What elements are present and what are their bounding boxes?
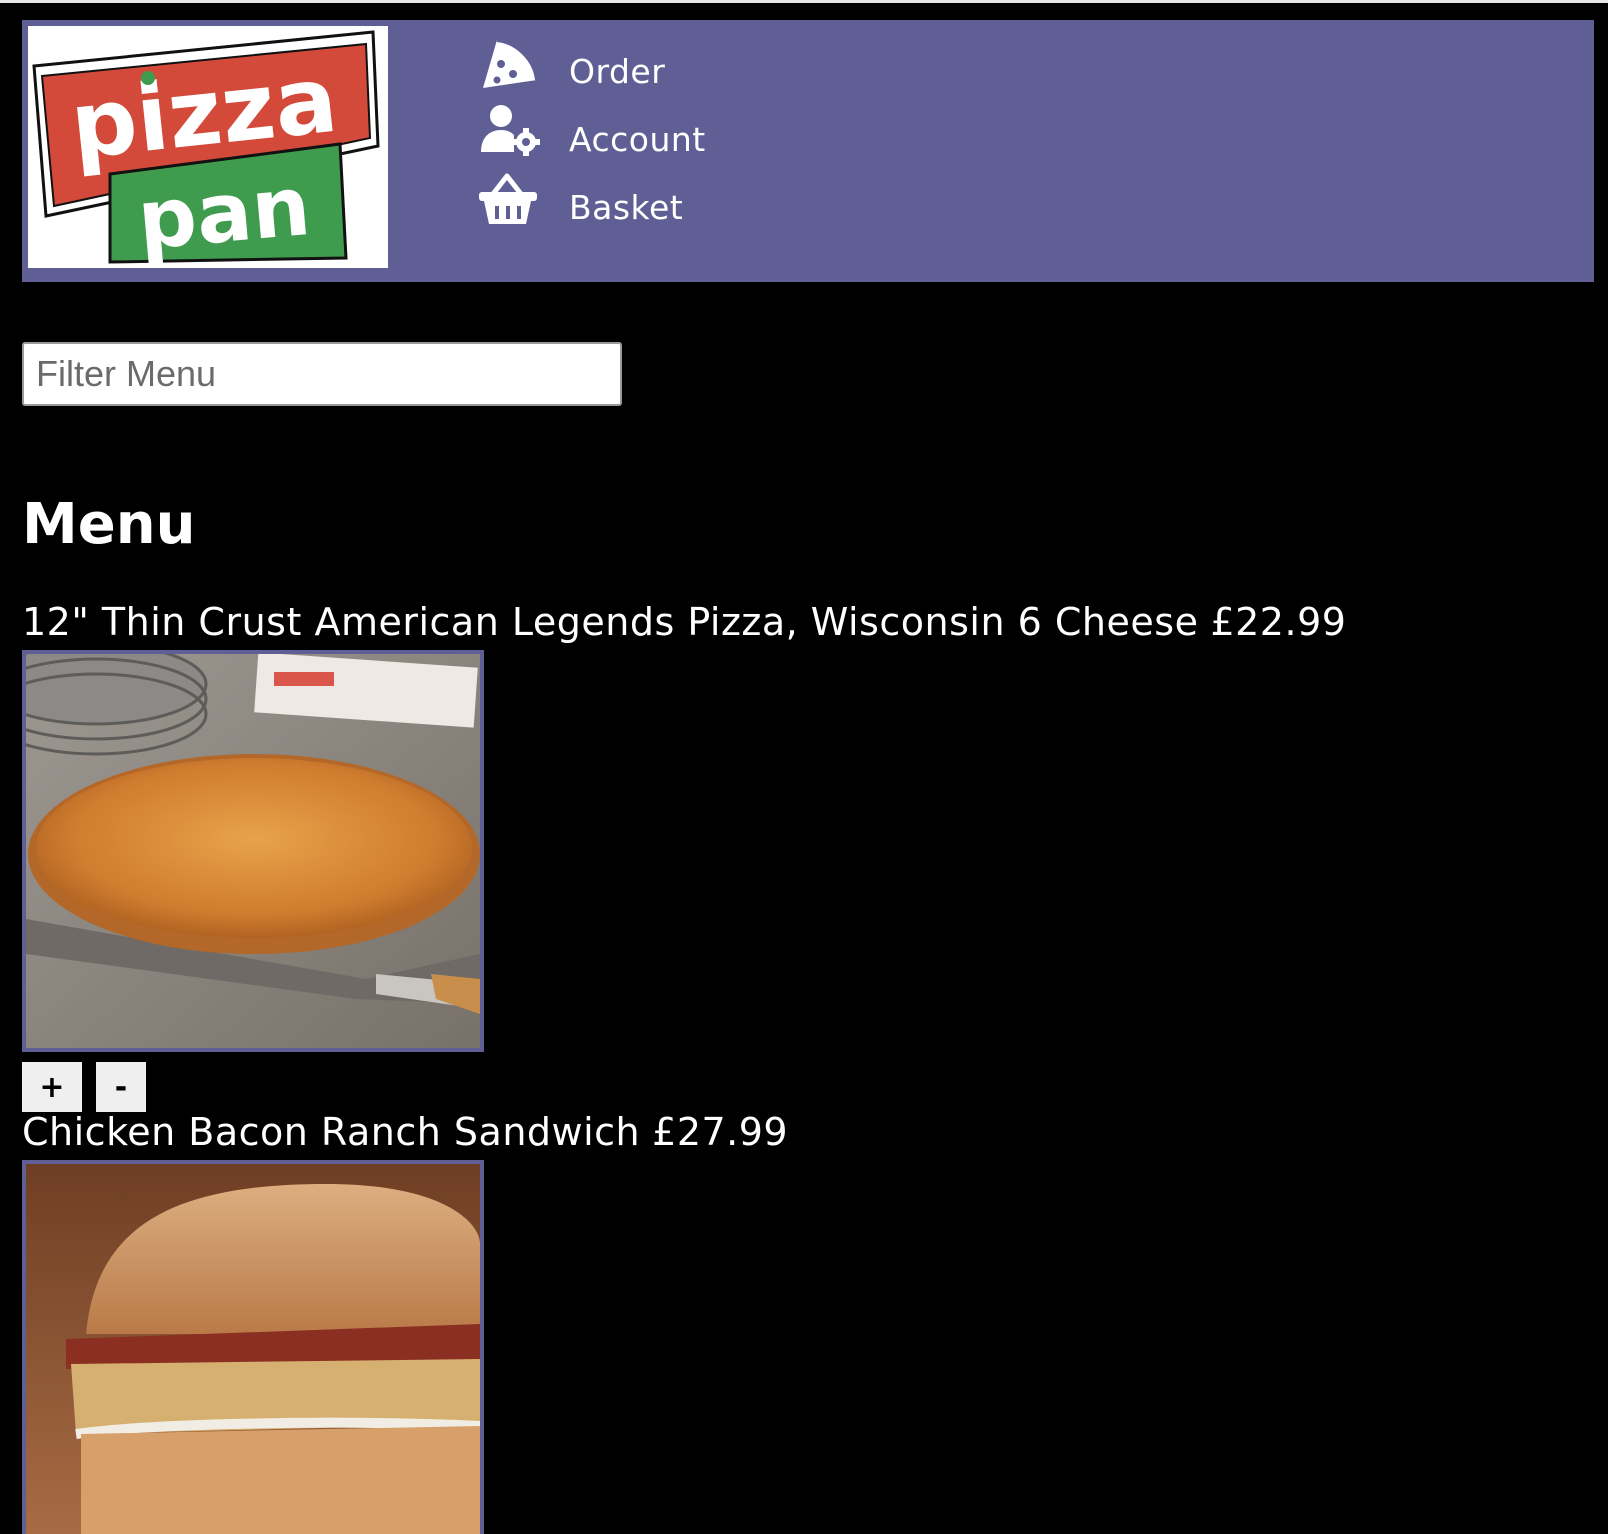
pizza-photo (22, 650, 484, 1052)
menu-item-title: Chicken Bacon Ranch Sandwich £27.99 (22, 1110, 788, 1154)
site-header: pizza pan Order Account Basket (22, 20, 1594, 282)
menu-item-name: Chicken Bacon Ranch Sandwich (22, 1110, 641, 1154)
increase-quantity-button[interactable]: + (22, 1062, 82, 1112)
main-nav: Order Account Basket (477, 30, 706, 234)
svg-text:pan: pan (134, 159, 314, 268)
pizza-pan-logo[interactable]: pizza pan (28, 26, 388, 268)
menu-item-price: £22.99 (1210, 600, 1347, 644)
pizza-slice-icon (477, 32, 541, 96)
window-top-border (0, 0, 1608, 3)
menu-title: Menu (22, 492, 196, 557)
nav-item-order[interactable]: Order (477, 30, 706, 98)
filter-menu-input[interactable] (22, 342, 622, 406)
nav-label-account: Account (569, 119, 706, 159)
decrease-quantity-button[interactable]: - (96, 1062, 146, 1112)
basket-icon (477, 168, 541, 232)
nav-item-basket[interactable]: Basket (477, 166, 706, 234)
nav-label-basket: Basket (569, 187, 684, 227)
sandwich-photo (22, 1160, 484, 1534)
logo-graphic: pizza pan (32, 30, 380, 268)
menu-item-name: 12" Thin Crust American Legends Pizza, W… (22, 600, 1199, 644)
menu-item-price: £27.99 (652, 1110, 789, 1154)
nav-label-order: Order (569, 51, 666, 91)
menu-item-title: 12" Thin Crust American Legends Pizza, W… (22, 600, 1346, 644)
nav-item-account[interactable]: Account (477, 98, 706, 166)
user-cog-icon (477, 100, 541, 164)
